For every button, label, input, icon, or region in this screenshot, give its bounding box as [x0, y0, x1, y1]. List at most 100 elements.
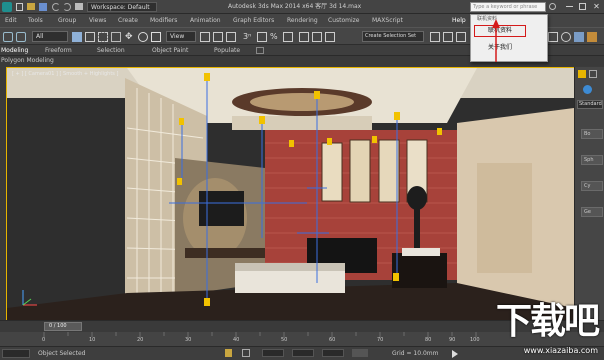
create-tab-icon[interactable]	[578, 70, 586, 78]
mirror-icon[interactable]	[312, 32, 322, 42]
filter-select-value: All	[36, 33, 44, 40]
scene-render	[7, 68, 574, 321]
ribbon-options-icon[interactable]	[256, 47, 264, 54]
object-button-box[interactable]: Bo	[581, 129, 603, 139]
geometry-icon[interactable]	[583, 85, 592, 94]
schematic-view-icon[interactable]	[548, 32, 558, 42]
new-file-icon[interactable]	[16, 3, 23, 11]
material-editor-icon[interactable]	[561, 32, 571, 42]
track-tick-0: 0	[42, 337, 46, 343]
close-icon[interactable]: ✕	[592, 2, 601, 11]
ribbon-tab-freeform[interactable]: Freeform	[45, 48, 72, 54]
ribbon-subtab-polygon-modeling[interactable]: Polygon Modeling	[1, 58, 54, 64]
ribbon-tab-object-paint[interactable]: Object Paint	[152, 48, 188, 54]
select-by-name-icon[interactable]	[85, 32, 95, 42]
rotate-icon[interactable]	[138, 32, 148, 42]
edit-named-selection-icon[interactable]	[299, 32, 309, 42]
maximize-icon[interactable]	[579, 3, 586, 10]
viewport-camera[interactable]: [ + ] [ Camera01 ] [ Smooth + Highlights…	[6, 67, 575, 322]
primitive-type-select[interactable]: Standard	[577, 100, 603, 109]
coord-x-icon[interactable]	[262, 349, 284, 357]
ribbon-tab-populate[interactable]: Populate	[214, 48, 240, 54]
maxscript-listener-icon[interactable]	[2, 349, 30, 358]
menu-create[interactable]: Create	[118, 18, 138, 24]
object-button-geosphere[interactable]: Ge	[581, 207, 603, 217]
object-button-geosphere-label: Ge	[584, 209, 591, 215]
menu-group[interactable]: Group	[58, 18, 76, 24]
menu-views[interactable]: Views	[89, 18, 106, 24]
status-selection: Object Selected	[38, 350, 86, 357]
menu-modifiers[interactable]: Modifiers	[150, 18, 177, 24]
keyboard-shortcut-icon[interactable]	[226, 32, 236, 42]
menu-edit[interactable]: Edit	[5, 18, 17, 24]
menu-tools[interactable]: Tools	[28, 18, 43, 24]
menu-help[interactable]: Help	[452, 18, 466, 24]
undo-icon[interactable]	[52, 3, 60, 11]
layer-manager-icon[interactable]	[430, 32, 440, 42]
app-logo-icon[interactable]	[2, 2, 12, 12]
workspace-label: Workspace: Default	[91, 4, 150, 11]
minimize-icon[interactable]	[566, 6, 573, 7]
play-icon[interactable]	[452, 350, 458, 358]
pivot-center-icon[interactable]	[200, 32, 210, 42]
reference-coord-select[interactable]: View	[166, 31, 196, 42]
menu-graph-editors[interactable]: Graph Editors	[233, 18, 274, 24]
unlink-icon[interactable]	[16, 32, 26, 42]
track-tick-10: 10	[89, 337, 96, 343]
spinner-snap-icon[interactable]	[283, 32, 293, 42]
modify-tab-icon[interactable]	[589, 70, 597, 78]
filter-select[interactable]: All	[32, 31, 68, 42]
track-tick-40: 40	[233, 337, 240, 343]
align-icon[interactable]	[325, 32, 335, 42]
curve-editor-icon[interactable]	[456, 32, 466, 42]
menu-maxscript[interactable]: MAXScript	[372, 18, 403, 24]
open-file-icon[interactable]	[27, 3, 35, 10]
project-folder-icon[interactable]	[75, 3, 83, 10]
selection-lock-icon[interactable]	[225, 349, 232, 357]
select-object-icon[interactable]	[72, 32, 82, 42]
angle-snap-icon[interactable]	[257, 32, 267, 42]
status-grid: Grid = 10.0mm	[392, 350, 439, 357]
track-tick-70: 70	[377, 337, 384, 343]
selection-set-select[interactable]: Create Selection Set	[362, 31, 424, 42]
move-icon[interactable]: ✥	[125, 32, 135, 42]
track-tick-50: 50	[281, 337, 288, 343]
link-icon[interactable]	[3, 32, 13, 42]
render-frame-icon[interactable]	[587, 32, 597, 42]
graphite-toggle-icon[interactable]	[443, 32, 453, 42]
save-icon[interactable]	[39, 3, 47, 11]
absolute-mode-icon[interactable]	[242, 349, 250, 357]
coord-z-icon[interactable]	[322, 349, 344, 357]
object-button-sphere-label: Sph	[584, 157, 594, 163]
object-button-cylinder[interactable]: Cy	[581, 181, 603, 191]
menu-customize[interactable]: Customize	[328, 18, 360, 24]
search-input[interactable]: Type a keyword or phrase	[470, 2, 546, 12]
help-item-about[interactable]: 关于我们	[488, 45, 512, 51]
menu-rendering[interactable]: Rendering	[287, 18, 318, 24]
coord-y-icon[interactable]	[292, 349, 314, 357]
ribbon-tab-selection[interactable]: Selection	[97, 48, 125, 54]
viewport-label[interactable]: [ + ] [ Camera01 ] [ Smooth + Highlights…	[12, 72, 118, 77]
time-slider-frame: 0 / 100	[49, 323, 67, 329]
select-manipulate-icon[interactable]	[213, 32, 223, 42]
search-placeholder: Type a keyword or phrase	[473, 4, 538, 10]
percent-snap-icon[interactable]: %	[270, 32, 280, 42]
track-tick-60: 60	[329, 337, 336, 343]
auto-key-icon[interactable]	[352, 349, 368, 357]
snap-toggle-icon[interactable]: 3ⁿ	[243, 32, 253, 42]
track-tick-90: 90	[449, 337, 456, 343]
search-icon[interactable]	[549, 3, 556, 10]
window-crossing-icon[interactable]	[111, 32, 121, 42]
track-tick-80: 80	[425, 337, 432, 343]
ribbon-tab-modeling[interactable]: Modeling	[1, 48, 28, 54]
help-item-online-resources[interactable]: 联机资料	[488, 28, 512, 34]
rect-selection-icon[interactable]	[98, 32, 108, 42]
scale-icon[interactable]	[151, 32, 161, 42]
workspace-dropdown[interactable]: Workspace: Default	[87, 2, 157, 12]
object-button-sphere[interactable]: Sph	[581, 155, 603, 165]
title-bar: Workspace: Default Autodesk 3ds Max 2014…	[0, 0, 604, 14]
redo-icon[interactable]	[63, 3, 71, 11]
menu-animation[interactable]: Animation	[190, 18, 221, 24]
time-slider-thumb[interactable]: 0 / 100	[44, 322, 82, 331]
render-setup-icon[interactable]	[574, 32, 584, 42]
